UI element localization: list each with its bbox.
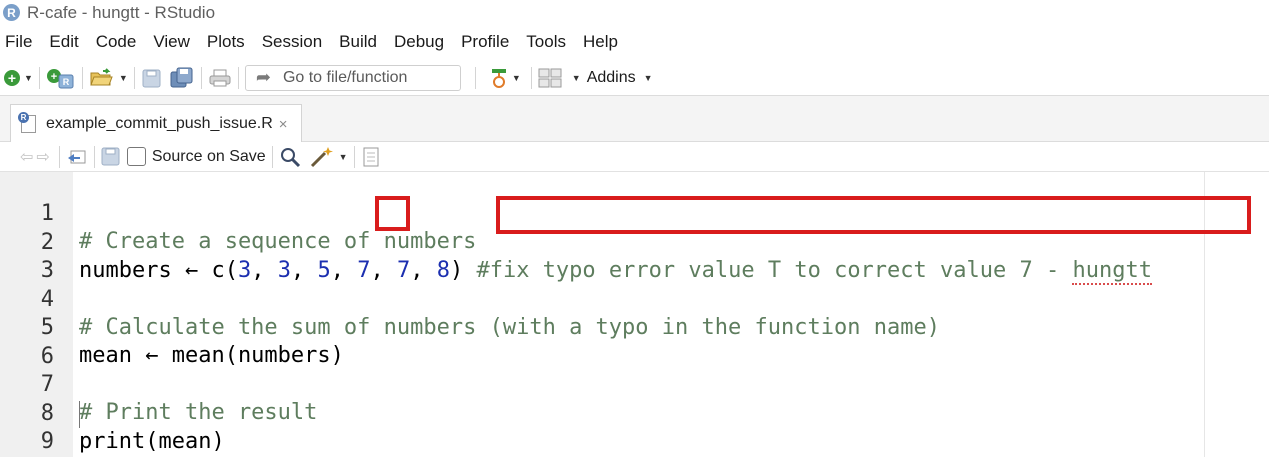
- chevron-down-icon: ▼: [24, 72, 33, 83]
- toolbar-divider: [81, 66, 83, 89]
- menu-tools[interactable]: Tools: [526, 32, 566, 52]
- new-file-icon: +: [4, 69, 20, 86]
- rstudio-logo-icon: R: [3, 4, 20, 21]
- go-to-arrow-icon: ➦: [255, 67, 271, 87]
- version-control-button[interactable]: ▼: [490, 67, 521, 89]
- source-on-save-checkbox[interactable]: [126, 147, 146, 166]
- annotation-box-corrected-value: [375, 196, 410, 231]
- toolbar-divider: [133, 66, 135, 89]
- text-cursor: [79, 401, 80, 428]
- code-line: 7 # Print the result: [0, 343, 1269, 425]
- menu-file[interactable]: File: [5, 32, 32, 52]
- title-bar: R R-cafe - hungtt - RStudio: [0, 0, 1269, 25]
- toolbar-divider: [58, 145, 60, 168]
- save-all-button[interactable]: [169, 67, 195, 89]
- menu-view[interactable]: View: [153, 32, 190, 52]
- compile-report-button[interactable]: [361, 146, 381, 168]
- notebook-icon: [363, 147, 379, 166]
- printer-icon: [209, 69, 231, 86]
- menu-help[interactable]: Help: [583, 32, 618, 52]
- tab-filename: example_commit_push_issue.R: [46, 115, 273, 132]
- save-icon: [142, 69, 161, 87]
- menu-session[interactable]: Session: [262, 32, 322, 52]
- tab-example-commit-push-issue[interactable]: example_commit_push_issue.R ×: [10, 104, 302, 143]
- window-title: R-cafe - hungtt - RStudio: [27, 2, 216, 22]
- toolbar-divider: [93, 145, 95, 168]
- close-tab-icon[interactable]: ×: [279, 116, 288, 133]
- addins-menu-button[interactable]: Addins ▼: [587, 67, 653, 89]
- save-all-icon: [170, 67, 193, 87]
- editor-tab-strip: example_commit_push_issue.R ×: [0, 96, 1269, 143]
- editor-save-button[interactable]: [101, 146, 121, 168]
- code-line: 4 # Calculate the sum of numbers (with a…: [0, 258, 1269, 340]
- new-file-button[interactable]: + ▼: [4, 67, 33, 89]
- new-project-button[interactable]: + R: [46, 67, 76, 89]
- go-to-file-input[interactable]: ➦ Go to file/function: [244, 64, 461, 91]
- annotation-box-fix-comment: [496, 196, 1251, 234]
- grid-layout-icon: [538, 68, 562, 87]
- back-arrow-icon[interactable]: ⇦: [20, 147, 33, 167]
- svg-text:+: +: [51, 71, 57, 83]
- menu-code[interactable]: Code: [96, 32, 137, 52]
- folder-open-icon: [90, 67, 113, 85]
- menu-bar: File Edit Code View Plots Session Build …: [0, 28, 630, 56]
- code-line: 5 mean ← mean(numbers): [0, 286, 1269, 368]
- menu-profile[interactable]: Profile: [461, 32, 509, 52]
- r-file-icon: [18, 112, 36, 133]
- print-button[interactable]: [208, 67, 232, 89]
- go-to-placeholder: Go to file/function: [282, 68, 408, 86]
- chevron-down-icon: ▼: [338, 151, 348, 162]
- chevron-down-icon: ▼: [643, 72, 653, 83]
- magic-wand-icon: [310, 146, 333, 167]
- main-toolbar: + ▼ + R ▼ ➦ Go to file/function ▼ ▼ Addi…: [0, 60, 1269, 96]
- show-in-window-button[interactable]: [66, 146, 88, 168]
- toolbar-divider: [38, 66, 40, 89]
- code-line: 8 print(mean): [0, 372, 1269, 454]
- toolbar-divider: [474, 66, 476, 89]
- pane-layout-button[interactable]: ▼: [538, 67, 581, 89]
- open-file-button[interactable]: ▼: [89, 67, 128, 89]
- code-line: 9: [0, 400, 1269, 454]
- new-project-icon: + R: [46, 68, 74, 88]
- menu-debug[interactable]: Debug: [394, 32, 444, 52]
- code-tools-button[interactable]: ▼: [309, 146, 348, 168]
- find-replace-button[interactable]: [279, 146, 303, 168]
- toolbar-divider: [271, 145, 273, 168]
- toolbar-divider: [237, 66, 239, 89]
- toolbar-divider: [353, 145, 355, 168]
- toolbar-divider: [200, 66, 202, 89]
- menu-build[interactable]: Build: [339, 32, 377, 52]
- git-icon: [491, 68, 506, 88]
- search-icon: [280, 147, 300, 167]
- chevron-down-icon: ▼: [511, 72, 521, 83]
- code-text: print(mean): [79, 429, 225, 454]
- pop-out-window-icon: [67, 150, 86, 163]
- menu-plots[interactable]: Plots: [207, 32, 245, 52]
- editor-toolbar: ⇦ ⇨ Source on Save ▼: [0, 142, 1269, 172]
- line-number: 9: [40, 429, 54, 454]
- toolbar-divider: [530, 66, 532, 89]
- chevron-down-icon: ▼: [571, 72, 581, 83]
- save-button[interactable]: [141, 67, 163, 89]
- save-icon: [101, 147, 120, 165]
- chevron-down-icon: ▼: [118, 72, 128, 83]
- forward-arrow-icon[interactable]: ⇨: [36, 147, 49, 167]
- svg-text:R: R: [63, 77, 70, 87]
- code-editor[interactable]: 1 # Create a sequence of numbers 2 numbe…: [0, 172, 1269, 457]
- source-on-save-label: Source on Save: [151, 147, 266, 165]
- menu-edit[interactable]: Edit: [49, 32, 78, 52]
- code-line: 6: [0, 315, 1269, 369]
- addins-label: Addins: [586, 68, 636, 86]
